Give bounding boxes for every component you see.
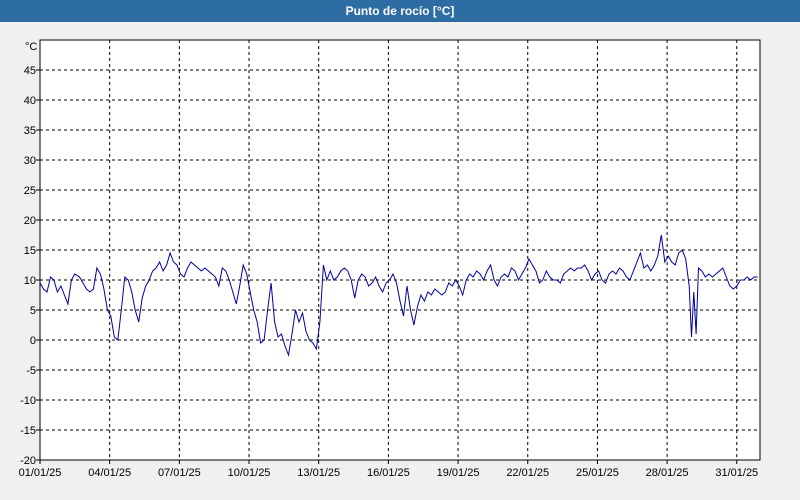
y-tick-label: -15 bbox=[20, 425, 36, 437]
x-tick-label: 10/01/25 bbox=[228, 467, 271, 479]
y-tick-label: 15 bbox=[24, 245, 36, 257]
x-tick-label: 19/01/25 bbox=[437, 467, 480, 479]
x-tick-label: 13/01/25 bbox=[297, 467, 340, 479]
x-tick-label: 31/01/25 bbox=[715, 467, 758, 479]
y-tick-label: 35 bbox=[24, 125, 36, 137]
y-tick-label: 40 bbox=[24, 95, 36, 107]
x-axis-ticks: 01/01/25 04/01/25 07/01/25 10/01/25 13/01/25… bbox=[19, 460, 758, 479]
x-tick-label: 07/01/25 bbox=[158, 467, 201, 479]
x-tick-label: 25/01/25 bbox=[576, 467, 619, 479]
y-tick-label: 30 bbox=[24, 155, 36, 167]
y-axis-unit-label: °C bbox=[25, 41, 37, 53]
y-tick-label: -10 bbox=[20, 395, 36, 407]
chart-title: Punto de rocío [°C] bbox=[0, 0, 800, 22]
x-tick-label: 16/01/25 bbox=[367, 467, 410, 479]
x-tick-label: 28/01/25 bbox=[646, 467, 689, 479]
y-tick-label: 25 bbox=[24, 185, 36, 197]
y-tick-label: -20 bbox=[20, 455, 36, 467]
y-tick-label: 10 bbox=[24, 275, 36, 287]
y-tick-label: -5 bbox=[26, 365, 36, 377]
chart-plot: -20 -15 -10 -5 0 5 10 15 20 25 30 35 40 45 01/01/25 04… bbox=[19, 39, 761, 479]
y-tick-label: 45 bbox=[24, 65, 36, 77]
y-tick-label: 5 bbox=[30, 305, 36, 317]
y-tick-label: 0 bbox=[30, 335, 36, 347]
y-axis-ticks: -20 -15 -10 -5 0 5 10 15 20 25 30 35 40 45 bbox=[20, 65, 40, 467]
x-tick-label: 01/01/25 bbox=[19, 467, 62, 479]
x-tick-label: 22/01/25 bbox=[506, 467, 549, 479]
y-tick-label: 20 bbox=[24, 215, 36, 227]
x-tick-label: 04/01/25 bbox=[88, 467, 131, 479]
